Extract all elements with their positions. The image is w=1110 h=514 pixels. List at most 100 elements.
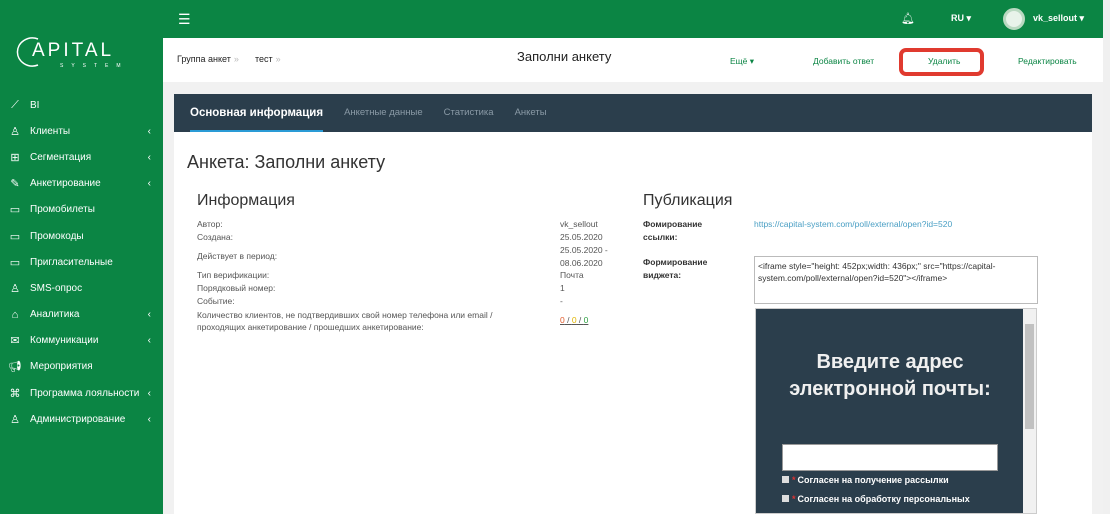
sidebar-item-label: Сегментация <box>30 151 92 163</box>
count-unconfirmed[interactable]: 0 <box>560 315 565 325</box>
more-label: Ещё <box>730 56 748 66</box>
info-heading: Информация <box>197 192 295 209</box>
sidebar-item-label: BI <box>30 99 40 111</box>
user-icon: ♙ <box>10 282 20 295</box>
widget-title: Введите адрес электронной почты: <box>789 351 991 400</box>
tab-bar: Основная информация Анкетные данные Стат… <box>174 94 1092 132</box>
info-label: Создана: <box>197 232 233 242</box>
avatar[interactable] <box>1003 8 1025 30</box>
info-label: Количество клиентов, не подтвердивших св… <box>197 310 493 332</box>
tab-survey-data[interactable]: Анкетные данные <box>344 94 423 132</box>
ticket-icon: ▭ <box>9 256 21 269</box>
consent-label: Согласен на обработку персональных <box>797 494 970 504</box>
chevron-left-icon: ‹ <box>147 335 151 347</box>
widget-email-input[interactable] <box>782 444 998 471</box>
widget-code-textarea[interactable]: <iframe style="height: 452px;width: 436p… <box>754 256 1038 304</box>
chevron-left-icon: ‹ <box>147 387 151 399</box>
poll-link[interactable]: https://capital-system.com/poll/external… <box>754 218 964 231</box>
info-value: 25.05.2020 <box>560 232 603 242</box>
menu-icon[interactable]: ☰ <box>178 11 191 28</box>
sidebar-item[interactable]: ✉ Коммуникации ‹ <box>0 328 163 354</box>
sidebar-item[interactable]: ▭ Промобилеты <box>0 197 163 223</box>
sidebar-item-label: Пригласительные <box>30 256 113 268</box>
bell-icon[interactable]: 🔔︎ <box>901 12 915 25</box>
sitemap-icon: ⊞ <box>10 151 20 164</box>
chevron-left-icon: ‹ <box>147 309 151 321</box>
info-label: Порядковый номер: <box>197 283 276 293</box>
svg-text:APITAL: APITAL <box>32 40 114 61</box>
sidebar-item-label: Промобилеты <box>30 204 95 216</box>
sidebar-item[interactable]: ⟋ BI <box>0 92 163 118</box>
widget-preview: Введите адрес электронной почты: * Соглас… <box>755 308 1037 514</box>
info-label: Автор: <box>197 219 223 229</box>
page-scrollbar[interactable] <box>1103 0 1110 514</box>
sidebar-item[interactable]: ♙ Администрирование ‹ <box>0 406 163 432</box>
sidebar-item[interactable]: ⌂ Аналитика ‹ <box>0 302 163 328</box>
info-label: Действует в период: <box>197 251 278 261</box>
chevron-left-icon: ‹ <box>147 413 151 425</box>
sidebar-item[interactable]: ✎ Анкетирование ‹ <box>0 171 163 197</box>
tab-statistics[interactable]: Статистика <box>444 94 494 132</box>
info-value: - <box>560 296 563 306</box>
megaphone-icon: 📢︎ <box>8 361 22 374</box>
info-value: vk_sellout <box>560 219 598 229</box>
sidebar-item-label: Программа лояльности <box>30 387 140 399</box>
info-label: Событие: <box>197 296 235 306</box>
user-menu[interactable]: vk_sellout ▾ <box>1033 13 1084 24</box>
topbar: ☰ 🔔︎ RU ▾ vk_sellout ▾ <box>163 0 1110 38</box>
chevron-left-icon: ‹ <box>147 151 151 163</box>
info-value: 1 <box>560 283 565 293</box>
consent-personal-data-checkbox[interactable]: * Согласен на обработку персональных <box>782 494 970 504</box>
form-icon: ✎ <box>10 178 20 191</box>
breadcrumb-item[interactable]: тест» <box>255 54 281 64</box>
ticket-icon: ▭ <box>9 204 21 217</box>
link-label: Фомирование ссылки: <box>643 219 703 242</box>
sidebar-item-label: Анкетирование <box>30 178 101 190</box>
sidebar-item[interactable]: ♙ SMS-опрос <box>0 275 163 301</box>
sidebar-item-label: Клиенты <box>30 125 71 137</box>
sidebar-item-label: Мероприятия <box>30 361 93 373</box>
survey-title: Анкета: Заполни анкету <box>187 152 386 172</box>
logo[interactable]: APITAL SYSTEM <box>10 35 135 75</box>
page-title: Заполни анкету <box>517 49 612 64</box>
delete-button[interactable]: Удалить <box>928 56 960 66</box>
sidebar-item[interactable]: ▭ Промокоды <box>0 223 163 249</box>
client-counts: 0 / 0 / 0 <box>560 315 589 325</box>
sidebar-item[interactable]: 📢︎ Мероприятия <box>0 354 163 380</box>
sidebar-nav: ⟋ BI ♙ Клиенты ‹ ⊞ Сегментация ‹ ✎ Анкетирование ‹… <box>0 92 163 432</box>
count-in-progress[interactable]: 0 <box>572 315 577 325</box>
widget-label: Формирование виджета: <box>643 257 708 280</box>
chevron-left-icon: ‹ <box>147 125 151 137</box>
sidebar-item[interactable]: ♙ Клиенты ‹ <box>0 118 163 144</box>
language-select[interactable]: RU ▾ <box>951 13 971 24</box>
consent-mailing-checkbox[interactable]: * Согласен на получение рассылки <box>782 475 949 485</box>
ticket-icon: ▭ <box>9 230 21 243</box>
tab-surveys[interactable]: Анкеты <box>515 94 547 132</box>
add-answer-button[interactable]: Добавить ответ <box>813 56 874 66</box>
breadcrumb-label: Группа анкет <box>177 54 231 64</box>
svg-text:SYSTEM: SYSTEM <box>60 63 129 69</box>
gift-icon: ⌘ <box>9 387 21 400</box>
chart-line-icon: ⟋ <box>11 98 19 111</box>
more-dropdown[interactable]: Ещё ▾ <box>730 56 754 67</box>
sidebar-item-label: Аналитика <box>30 309 80 321</box>
publication-heading: Публикация <box>643 192 733 209</box>
count-completed[interactable]: 0 <box>584 315 589 325</box>
breadcrumb-item[interactable]: Группа анкет» <box>177 54 239 64</box>
user-icon: ♙ <box>10 413 20 426</box>
sidebar-item-label: Коммуникации <box>30 335 99 347</box>
info-label: Тип верификации: <box>197 270 270 280</box>
language-label: RU <box>951 13 964 23</box>
sidebar-item[interactable]: ⊞ Сегментация ‹ <box>0 144 163 170</box>
sidebar: APITAL SYSTEM ⟋ BI ♙ Клиенты ‹ ⊞ Сегментация ‹ ✎ А… <box>0 0 163 514</box>
page-header: Группа анкет» тест» Заполни анкету Ещё ▾… <box>163 38 1103 82</box>
sidebar-item-label: Промокоды <box>30 230 84 242</box>
info-value: 25.05.2020 - 08.06.2020 <box>560 245 608 268</box>
widget-scrollbar[interactable] <box>1023 309 1036 513</box>
sidebar-item[interactable]: ⌘ Программа лояльности ‹ <box>0 380 163 406</box>
edit-button[interactable]: Редактировать <box>1018 56 1077 66</box>
sidebar-item[interactable]: ▭ Пригласительные <box>0 249 163 275</box>
sidebar-item-label: Администрирование <box>30 413 126 425</box>
tab-main-info[interactable]: Основная информация <box>190 94 324 132</box>
breadcrumb-label: тест <box>255 54 273 64</box>
